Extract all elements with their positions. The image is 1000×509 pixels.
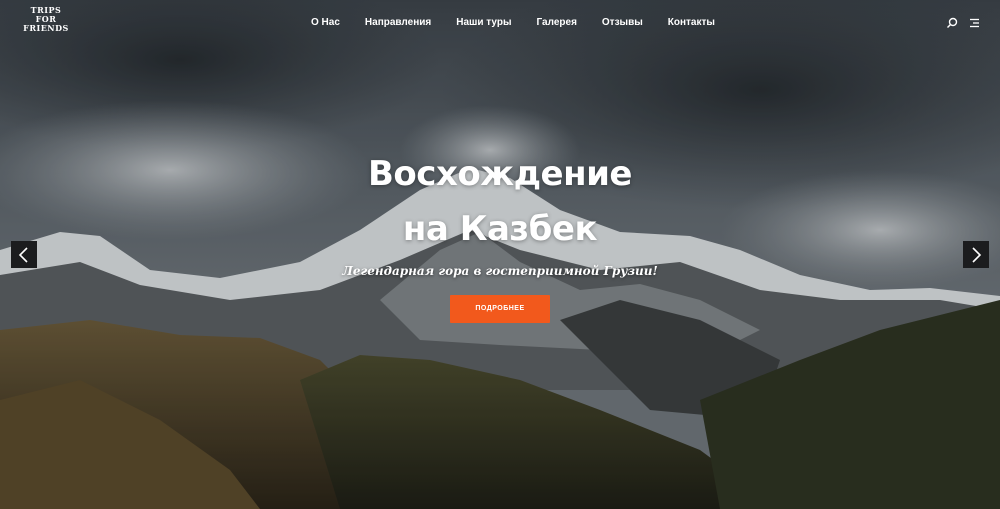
more-button[interactable]: ПОДРОБНЕЕ <box>450 295 550 323</box>
search-icon[interactable] <box>946 16 958 28</box>
nav-item-contacts[interactable]: Контакты <box>668 17 715 28</box>
nav-item-reviews[interactable]: Отзывы <box>602 17 643 28</box>
nav-item-about[interactable]: О Нас <box>311 17 340 28</box>
hero-slider: TRIPS FOR FRIENDS О Нас Направления Наши… <box>0 0 1000 509</box>
header-icons <box>946 16 980 28</box>
slider-next-button[interactable] <box>963 241 989 268</box>
menu-icon[interactable] <box>968 16 980 28</box>
nav-item-tours[interactable]: Наши туры <box>456 17 511 28</box>
logo-line: FRIENDS <box>23 23 69 33</box>
slider-prev-button[interactable] <box>11 241 37 268</box>
hero-background-image <box>0 0 1000 509</box>
main-nav: О Нас Направления Наши туры Галерея Отзы… <box>311 17 715 28</box>
nav-item-destinations[interactable]: Направления <box>365 17 431 28</box>
hero-title-line2: на Казбек <box>402 209 598 249</box>
chevron-right-icon <box>972 246 982 263</box>
hero-title-line1: Восхождение <box>368 154 632 194</box>
hero-subtitle: Легендарная гора в гостеприимной Грузии! <box>342 264 658 278</box>
nav-item-gallery[interactable]: Галерея <box>537 17 577 28</box>
site-logo[interactable]: TRIPS FOR FRIENDS <box>20 6 72 33</box>
chevron-left-icon <box>18 246 28 263</box>
